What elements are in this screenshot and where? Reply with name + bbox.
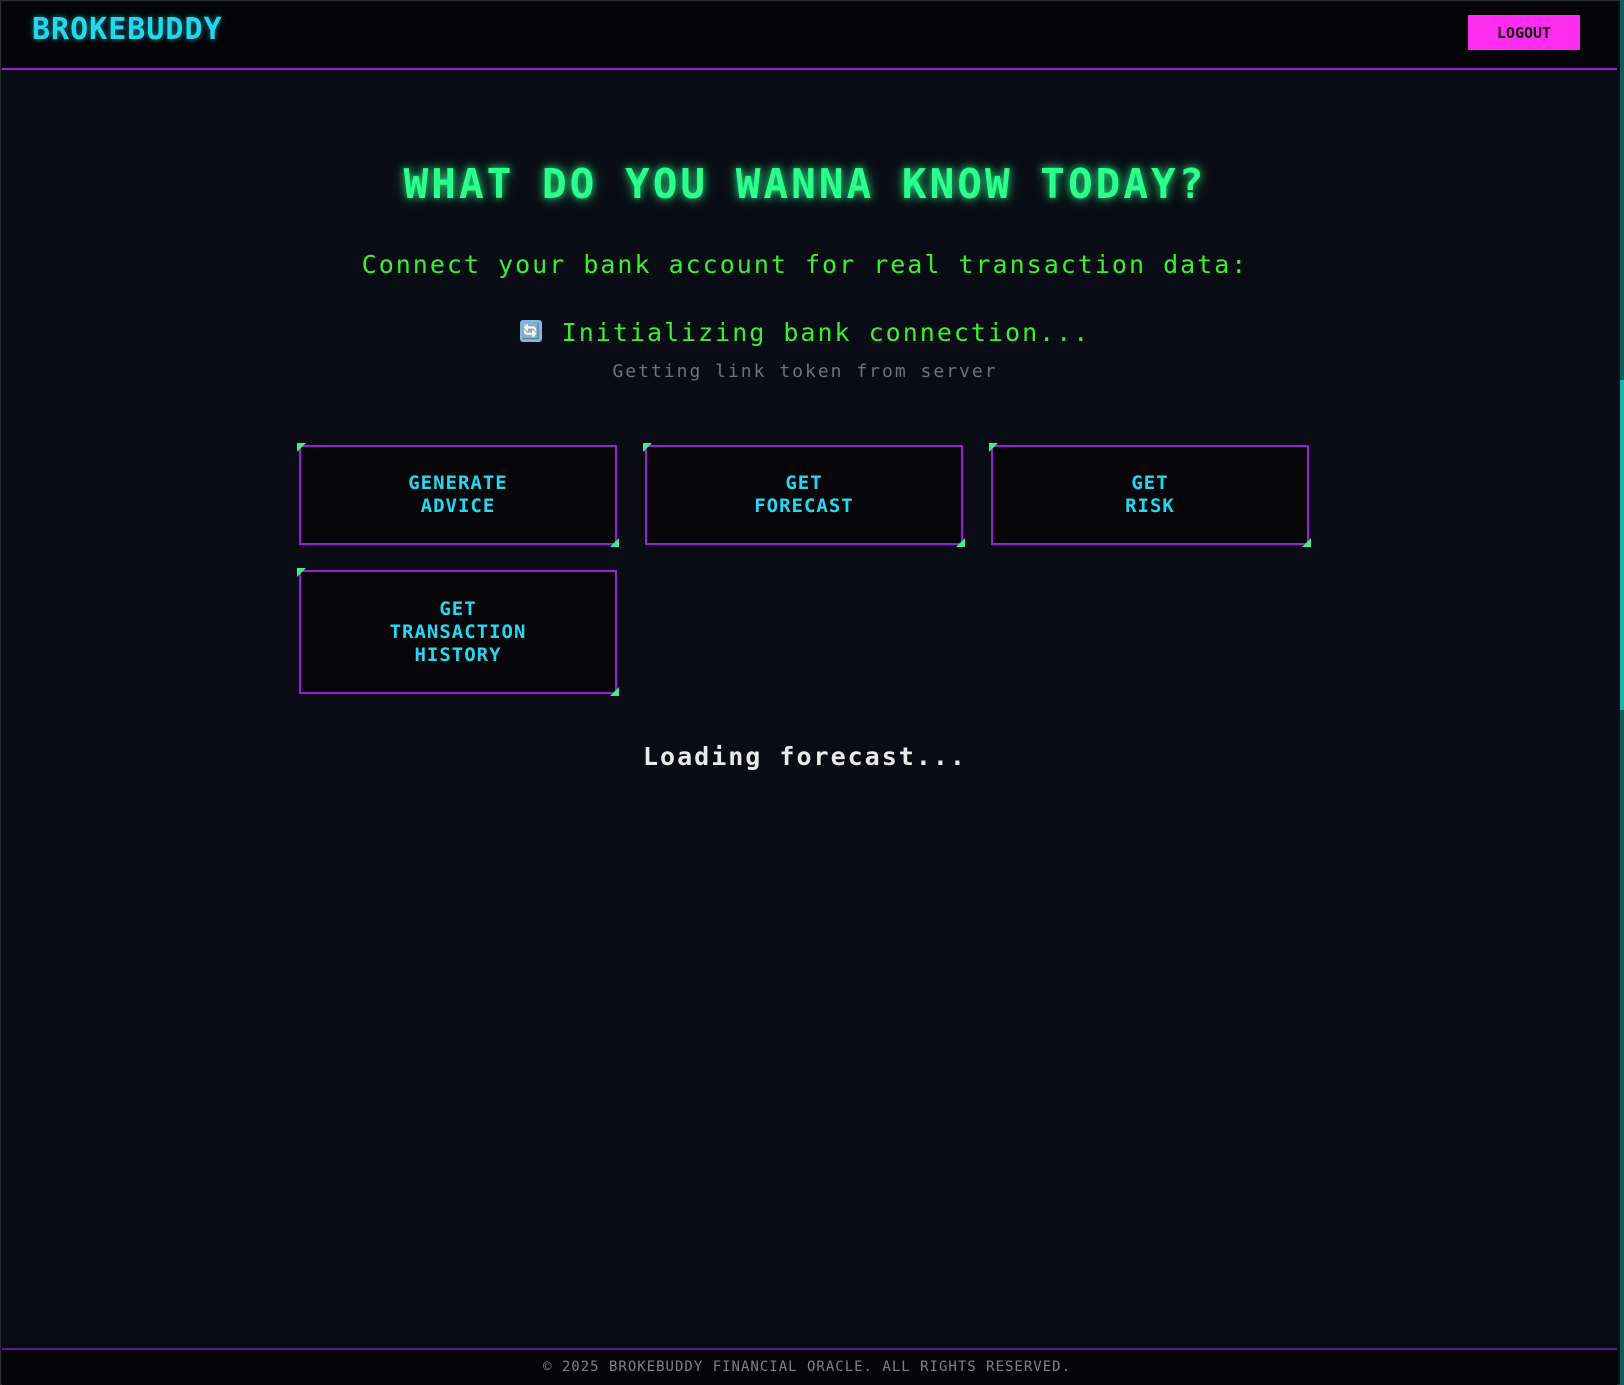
get-forecast-button[interactable]: GET FORECAST <box>643 443 965 547</box>
refresh-icon: 🔄 <box>519 319 542 342</box>
button-label-line: GET <box>785 472 823 494</box>
corner-accent <box>297 568 306 577</box>
button-label-line: FORECAST <box>754 495 854 517</box>
copyright-text: © 2025 BROKEBUDDY FINANCIAL ORACLE. ALL … <box>542 1359 1071 1375</box>
corner-accent <box>1302 538 1311 547</box>
brand-logo[interactable]: BROKEBUDDY <box>32 12 223 47</box>
top-bar: BROKEBUDDY LOGOUT <box>2 2 1617 70</box>
connect-prompt: Connect your bank account for real trans… <box>361 250 1249 279</box>
corner-accent <box>297 443 306 452</box>
button-label-line: RISK <box>1125 495 1175 517</box>
corner-accent <box>610 538 619 547</box>
get-transaction-history-button[interactable]: GET TRANSACTION HISTORY <box>297 568 619 696</box>
loading-status: Loading forecast... <box>643 742 967 771</box>
bank-status: 🔄 Initializing bank connection... <box>0 318 1610 347</box>
button-label-line: GET <box>439 597 477 620</box>
generate-advice-button[interactable]: GENERATE ADVICE <box>297 443 619 547</box>
page-title: WHAT DO YOU WANNA KNOW TODAY? <box>403 160 1207 208</box>
button-label-line: HISTORY <box>414 643 502 666</box>
scrollbar-thumb[interactable] <box>1620 380 1624 710</box>
corner-accent <box>956 538 965 547</box>
scrollbar[interactable] <box>1620 0 1624 1385</box>
corner-accent <box>643 443 652 452</box>
button-label-line: GET <box>1131 472 1169 494</box>
logout-button[interactable]: LOGOUT <box>1468 15 1580 50</box>
button-label-line: TRANSACTION <box>389 620 527 643</box>
footer: © 2025 BROKEBUDDY FINANCIAL ORACLE. ALL … <box>2 1348 1617 1385</box>
bank-status-subtext: Getting link token from server <box>612 361 998 382</box>
get-risk-button[interactable]: GET RISK <box>989 443 1311 547</box>
corner-accent <box>610 687 619 696</box>
button-label-line: GENERATE <box>408 472 508 494</box>
button-label-line: ADVICE <box>420 495 496 517</box>
bank-status-text: Initializing bank connection... <box>561 318 1091 347</box>
corner-accent <box>989 443 998 452</box>
